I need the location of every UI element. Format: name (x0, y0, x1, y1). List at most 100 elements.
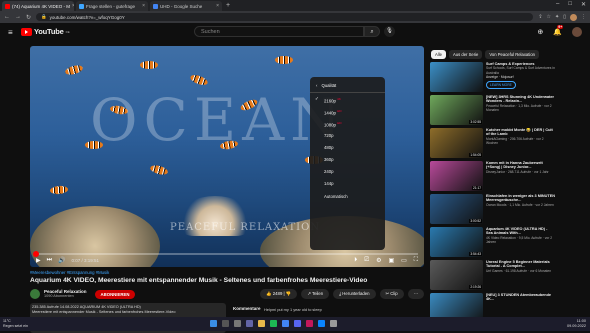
search-input[interactable]: Suchen (194, 26, 364, 37)
learn-more-button[interactable]: LEARN MORE (486, 81, 516, 89)
subtitles-icon[interactable]: ⎚ (364, 257, 369, 264)
quality-menu-header[interactable]: ‹ Qualität (310, 80, 385, 93)
recommended-video[interactable]: Surf Camps & ExperiencesSurf Schools, Su… (430, 62, 555, 92)
menu-dots-icon[interactable]: ⋮ (581, 14, 586, 21)
recommended-video-text: [NEW] 3HRS Stunning 4K Underwater Wonder… (486, 95, 555, 125)
app-icon[interactable] (306, 320, 313, 327)
weather-widget[interactable]: 11°C Regen setzt ein (3, 319, 28, 328)
recommended-video-title: Aquarium 4K VIDEO (ULTRA HD) - Sea Anima… (486, 227, 555, 236)
quality-label: 360p (324, 157, 334, 162)
recommended-video[interactable]: 1:54:05Kutcher mobbt Monte 😂 | DER | Cul… (430, 128, 555, 158)
maximize-icon[interactable]: □ (568, 1, 572, 8)
share-icon[interactable]: ⇪ (538, 14, 542, 21)
quality-option[interactable]: 240p (310, 166, 385, 178)
download-button[interactable]: ⤓ Herunterladen (333, 289, 375, 299)
close-tab-icon[interactable]: × (72, 3, 74, 9)
windows-start-icon[interactable] (210, 320, 217, 327)
star-icon[interactable]: ☆ (547, 14, 551, 21)
notifications-button[interactable]: 🔔9+ (553, 28, 562, 36)
chrome-icon[interactable] (282, 320, 289, 327)
quality-option[interactable]: 720p (310, 130, 385, 142)
chip-series[interactable]: Aus der Serie (449, 50, 482, 59)
video-thumbnail[interactable]: 2:19:26 (430, 260, 483, 290)
url-text: youtube.com/watch?v=_wfoqYGog0Y (50, 15, 125, 20)
subscribe-button[interactable]: ABONNIEREN (95, 290, 136, 299)
quality-option[interactable]: 480p (310, 142, 385, 154)
recommended-video-meta: Peaceful Relaxation · 1,3 Mio. Aufrufe ·… (486, 104, 555, 113)
video-thumbnail[interactable]: 21:17 (430, 161, 483, 191)
quality-option[interactable]: 1440p HD (310, 105, 385, 117)
profile-avatar[interactable] (570, 14, 577, 21)
browser-tab-gutefrage[interactable]: Frage stellen - gutefrage × (76, 1, 148, 11)
progress-bar[interactable] (36, 253, 418, 255)
recommended-video[interactable]: 21:17Komm mit in Hanna Zauberwelt (+Song… (430, 161, 555, 191)
task-view-icon[interactable] (234, 320, 241, 327)
settings-gear-icon[interactable]: ⚙ (376, 257, 381, 264)
recommended-video[interactable]: 3:54:43Aquarium 4K VIDEO (ULTRA HD) - Se… (430, 227, 555, 257)
clip-button[interactable]: ✂ Clip (380, 289, 404, 299)
next-icon[interactable]: ⏭ (47, 257, 52, 264)
back-icon[interactable]: ← (4, 14, 10, 20)
file-explorer-icon[interactable] (258, 320, 265, 327)
chip-channel[interactable]: Von Peaceful Relaxation (485, 50, 539, 59)
more-actions-button[interactable]: ⋯ (408, 289, 424, 299)
puzzle-icon[interactable]: ✦ (555, 14, 559, 21)
hashtags[interactable]: #Meeresbewohner #Entspannung #Musik (30, 270, 424, 276)
ad-banner[interactable]: Helpmi put my 1 year old to sleep (264, 307, 322, 312)
video-thumbnail[interactable]: 3:02:55 (430, 95, 483, 125)
recommended-video-meta: 4K Video Relaxation · 9,5 Mio. Aufrufe ·… (486, 236, 555, 245)
spotify-icon[interactable] (270, 320, 277, 327)
video-thumbnail[interactable]: 3:00:52 (430, 194, 483, 224)
clownfish-image (50, 185, 69, 195)
video-actions: 👍 2489 | 👎 ↗ Teilen ⤓ Herunterladen ✂ Cl… (260, 289, 424, 299)
quality-option[interactable]: 360p (310, 154, 385, 166)
recommended-video[interactable]: 3:00:52Einschlafen in weniger als 3 MINU… (430, 194, 555, 224)
autoplay-toggle-icon[interactable]: ⏵ (354, 257, 357, 264)
create-video-icon[interactable]: ⊕ (537, 28, 543, 36)
minimize-icon[interactable]: – (556, 1, 559, 8)
video-thumbnail[interactable] (430, 62, 483, 92)
search-icon[interactable] (222, 320, 229, 327)
quality-option[interactable]: Automatisch (310, 191, 385, 203)
search-button[interactable]: ⌕ (364, 26, 380, 37)
volume-icon[interactable]: 🔊 (58, 257, 65, 264)
chip-all[interactable]: Alle (431, 50, 446, 59)
thumbs-down-icon[interactable]: 👎 (286, 291, 291, 296)
forward-icon[interactable]: → (15, 14, 21, 20)
youtube-logo[interactable]: YouTube DE (21, 27, 70, 36)
discord-icon[interactable] (294, 320, 301, 327)
recommended-video-meta: MontAGaming · 206.706 Aufrufe · vor 2 Wo… (486, 137, 555, 146)
close-tab-icon[interactable]: × (142, 3, 145, 9)
close-tab-icon[interactable]: × (216, 3, 219, 9)
reload-icon[interactable]: ↻ (26, 14, 31, 21)
hamburger-menu-icon[interactable]: ≡ (8, 28, 13, 37)
tab-label: UHD - Google Suche (160, 4, 202, 9)
teams-icon[interactable] (246, 320, 253, 327)
browser-tab-youtube[interactable]: (74) Aquarium 4K VIDEO - M × (2, 1, 74, 11)
new-tab-button[interactable]: + (226, 1, 230, 11)
quality-option[interactable]: 2160p 4K (310, 93, 385, 105)
url-field[interactable]: 🔒 youtube.com/watch?v=_wfoqYGog0Y (36, 13, 533, 21)
play-icon[interactable]: ▶ (36, 257, 41, 264)
video-thumbnail[interactable]: 3:54:43 (430, 227, 483, 257)
voice-search-button[interactable]: 🎙 (384, 26, 395, 37)
settings-icon[interactable] (330, 320, 337, 327)
mail-icon[interactable] (318, 320, 325, 327)
quality-option[interactable]: 144p (310, 178, 385, 190)
sidebar-icon[interactable]: ▯ (563, 14, 566, 21)
window-controls: – □ ✕ (556, 1, 586, 8)
recommended-video[interactable]: 2:19:26Unreal Engine 5 Beginner Material… (430, 260, 555, 290)
like-button[interactable]: 👍 2489 | 👎 (260, 289, 297, 299)
theater-mode-icon[interactable]: ▭ (401, 257, 407, 264)
account-avatar[interactable] (572, 27, 582, 37)
video-thumbnail[interactable]: 1:54:05 (430, 128, 483, 158)
system-tray-clock[interactable]: 11:00 09.09.2022 (567, 319, 586, 328)
fullscreen-icon[interactable]: ⛶ (414, 257, 418, 264)
miniplayer-icon[interactable]: ▣ (388, 257, 394, 264)
browser-tab-google[interactable]: UHD - Google Suche × (150, 1, 222, 11)
recommended-video[interactable]: 3:02:55[NEW] 3HRS Stunning 4K Underwater… (430, 95, 555, 125)
close-window-icon[interactable]: ✕ (581, 1, 586, 8)
share-button[interactable]: ↗ Teilen (301, 289, 329, 299)
channel-avatar[interactable] (30, 289, 40, 299)
quality-option[interactable]: 1080p HD (310, 117, 385, 129)
